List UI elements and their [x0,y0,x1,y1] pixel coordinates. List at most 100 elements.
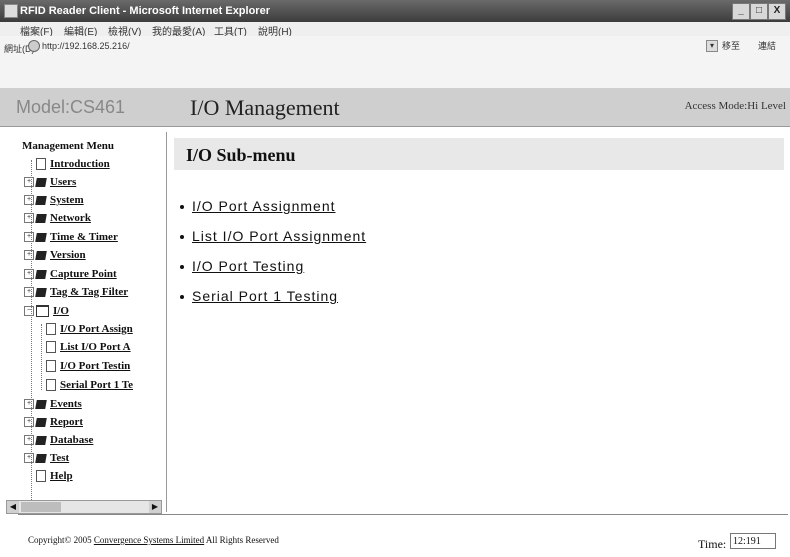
sidebar-item-io-port-assignment[interactable]: I/O Port Assign [46,321,133,337]
doc-icon [36,158,46,171]
sidebar-item-time-timer[interactable]: + Time & Timer [24,229,118,245]
expand-icon[interactable]: + [24,213,34,224]
sidebar-item-label: Tag & Tag Filter [50,286,129,298]
sidebar-horizontal-scrollbar[interactable]: ◀ ▶ [6,500,162,514]
doc-icon [46,341,56,354]
address-dropdown-icon[interactable]: ▾ [706,40,718,52]
sidebar-item-label: Events [50,398,82,410]
sidebar-item-database[interactable]: + Database [24,432,93,448]
sidebar-item-serial-port-1-testing[interactable]: Serial Port 1 Te [46,377,133,393]
sidebar-item-label: Network [50,212,91,224]
expand-icon[interactable]: + [24,435,34,446]
sidebar-item-io[interactable]: − I/O [24,303,69,319]
management-menu-title: Management Menu [22,140,114,152]
sidebar-item-system[interactable]: + System [24,192,84,208]
browser-menubar: 檔案(F) 編輯(E) 檢視(V) 我的最愛(A) 工具(T) 說明(H) [0,22,790,38]
book-icon [35,435,47,445]
sidebar-item-version[interactable]: + Version [24,247,86,263]
book-icon [35,213,47,223]
sidebar-item-report[interactable]: + Report [24,414,83,430]
doc-icon [46,323,56,336]
sidebar-item-label: System [50,194,84,206]
expand-icon[interactable]: + [24,177,34,188]
sidebar-item-tag-filter[interactable]: + Tag & Tag Filter [24,284,128,300]
sidebar-item-label: Report [50,416,83,428]
submenu-header: I/O Sub-menu [174,138,784,170]
time-field[interactable]: 12:191 [730,533,776,549]
link-label[interactable]: Serial Port 1 Testing [192,288,338,304]
expand-icon[interactable]: + [24,195,34,206]
sidebar-item-label: List I/O Port A [60,341,131,353]
company-link[interactable]: Convergence Systems Limited [94,535,204,545]
page-footer: Copyright© 2005 Convergence Systems Limi… [18,514,788,557]
book-icon [35,177,47,187]
sidebar-item-network[interactable]: + Network [24,210,91,226]
expand-icon[interactable]: + [24,269,34,280]
expand-icon[interactable]: + [24,250,34,261]
access-mode-label: Access Mode:Hi Level [684,100,786,112]
close-button[interactable]: X [768,3,786,20]
scroll-left-icon[interactable]: ◀ [7,501,19,513]
link-io-port-testing[interactable]: I/O Port Testing [180,258,304,274]
window-titlebar: RFID Reader Client - Microsoft Internet … [0,0,790,22]
bullet-icon [180,205,184,210]
minimize-button[interactable]: _ [732,3,750,20]
expand-icon[interactable]: + [24,232,34,243]
sidebar-item-label: I/O [53,305,69,317]
scrollbar-thumb[interactable] [21,502,61,512]
sidebar-item-label: Help [50,470,73,482]
maximize-button[interactable]: □ [750,3,768,20]
book-icon [35,417,47,427]
sidebar-item-events[interactable]: + Events [24,396,82,412]
submenu-title: I/O Sub-menu [186,145,296,165]
link-label[interactable]: List I/O Port Assignment [192,228,366,244]
sidebar-item-help[interactable]: Help [36,468,73,484]
sidebar-item-label: Serial Port 1 Te [60,379,134,391]
window-title: RFID Reader Client - Microsoft Internet … [20,5,270,17]
book-icon [35,269,47,279]
sidebar-item-label: Capture Point [50,268,117,280]
address-input[interactable]: http://192.168.25.216/ [42,41,130,51]
doc-icon [36,470,46,483]
sidebar-item-list-io-port-assignment[interactable]: List I/O Port A [46,339,131,355]
sidebar-item-label: I/O Port Assign [60,323,133,335]
link-list-io-port-assignment[interactable]: List I/O Port Assignment [180,228,366,244]
book-icon [35,250,47,260]
sidebar-item-users[interactable]: + Users [24,174,76,190]
page-icon [28,40,40,52]
expand-icon[interactable]: + [24,417,34,428]
sidebar-item-label: Test [50,452,70,464]
book-icon [35,399,47,409]
scroll-right-icon[interactable]: ▶ [149,501,161,513]
address-bar: 網址(D) http://192.168.25.216/ ▾ 移至 連結 [0,36,790,89]
doc-icon [46,360,56,373]
doc-icon [46,379,56,392]
go-button[interactable]: 移至 [722,39,740,52]
links-button[interactable]: 連結 [758,39,776,52]
open-folder-icon [36,305,49,318]
tree-connector [41,324,42,390]
link-serial-port-1-testing[interactable]: Serial Port 1 Testing [180,288,338,304]
sidebar-item-label: Introduction [50,158,110,170]
link-label[interactable]: I/O Port Testing [192,258,304,274]
sidebar-item-test[interactable]: + Test [24,450,69,466]
expand-icon[interactable]: + [24,287,34,298]
sidebar-item-label: Time & Timer [50,231,118,243]
sidebar-item-label: Database [50,434,94,446]
link-io-port-assignment[interactable]: I/O Port Assignment [180,198,336,214]
time-label: Time: [698,537,727,551]
expand-icon[interactable]: + [24,399,34,410]
sidebar-item-io-port-testing[interactable]: I/O Port Testin [46,358,130,374]
sidebar-item-label: Users [50,176,77,188]
ie-app-icon [4,4,18,18]
expand-icon[interactable]: + [24,453,34,464]
collapse-icon[interactable]: − [24,306,34,317]
link-label[interactable]: I/O Port Assignment [192,198,336,214]
page-header: Model:CS461 I/O Management Access Mode:H… [0,88,790,127]
copyright-text: Copyright© 2005 Convergence Systems Limi… [28,535,279,545]
sidebar-item-capture-point[interactable]: + Capture Point [24,266,117,282]
book-icon [35,287,47,297]
sidebar-item-label: Version [50,249,86,261]
management-menu-sidebar: Management Menu Introduction + Users + Sys… [18,132,167,512]
sidebar-item-introduction[interactable]: Introduction [36,156,110,172]
